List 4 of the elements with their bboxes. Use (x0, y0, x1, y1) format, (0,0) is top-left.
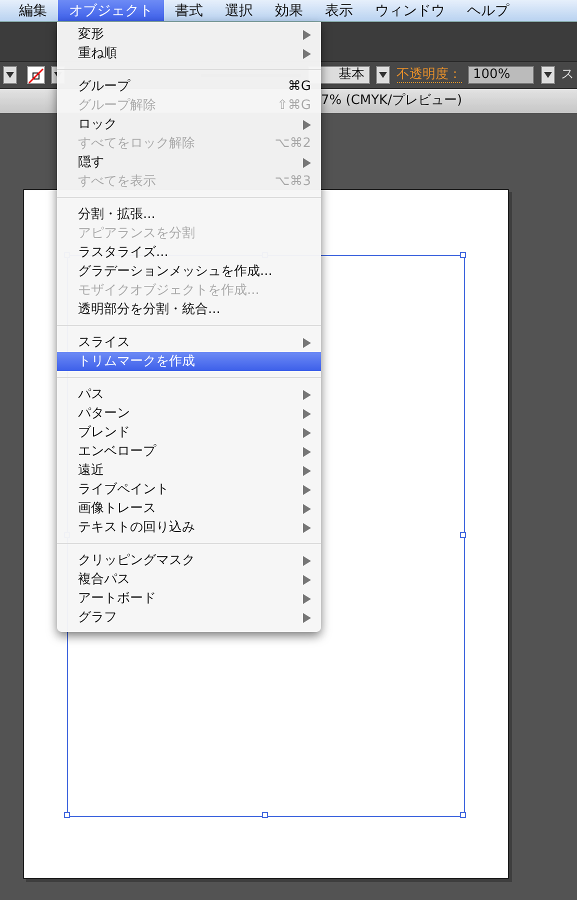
shortcut-text: ⌥⌘3 (274, 173, 311, 191)
shortcut-text: ⌥⌘2 (274, 135, 311, 153)
control-label: ス (561, 66, 574, 84)
shortcut-text: ⇧⌘G (277, 97, 311, 115)
